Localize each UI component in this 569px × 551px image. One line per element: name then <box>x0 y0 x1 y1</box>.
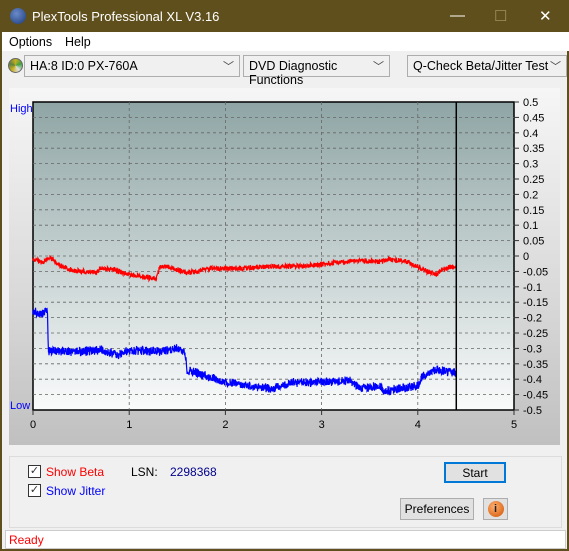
show-beta-checkbox[interactable]: ✓ <box>28 465 41 478</box>
function-select[interactable]: DVD Diagnostic Functions ﹀ <box>243 55 390 87</box>
y-tick-label: -0.05 <box>523 266 548 278</box>
y-tick-label: -0.2 <box>523 313 542 325</box>
x-tick-label: 3 <box>319 419 325 431</box>
info-icon: i <box>487 501 504 517</box>
y-tick-label: -0.25 <box>523 328 548 340</box>
beta-jitter-chart: 0.5 0.45 0.4 0.35 0.3 0.25 0.2 0.15 0.1 0.05 0 -0.0… <box>10 97 548 431</box>
y-tick-label: -0.35 <box>523 359 548 371</box>
show-beta-label[interactable]: Show Beta <box>46 465 104 479</box>
y-tick-label: 0.5 <box>523 97 538 109</box>
menu-help[interactable]: Help <box>65 35 91 49</box>
chevron-down-icon: ﹀ <box>550 61 561 73</box>
low-label: Low <box>10 400 30 412</box>
y-tick-label: 0.15 <box>523 205 544 217</box>
x-tick-label: 2 <box>222 419 228 431</box>
y-tick-label: 0.25 <box>523 174 544 186</box>
lsn-value: 2298368 <box>170 465 217 479</box>
status-bar: Ready <box>5 530 566 549</box>
function-select-value: DVD Diagnostic Functions <box>249 59 338 87</box>
y-tick-label: -0.1 <box>523 282 542 294</box>
preferences-button[interactable]: Preferences <box>400 498 474 520</box>
y-tick-label: 0.2 <box>523 189 538 201</box>
y-tick-label: -0.3 <box>523 343 542 355</box>
y-tick-label: 0.1 <box>523 220 538 232</box>
show-jitter-label[interactable]: Show Jitter <box>46 484 105 498</box>
minimize-button[interactable]: — <box>450 7 465 24</box>
y-tick-label: 0 <box>523 251 529 263</box>
chevron-down-icon: ﹀ <box>373 61 384 73</box>
x-tick-label: 0 <box>30 419 36 431</box>
start-button[interactable]: Start <box>444 462 506 483</box>
y-tick-label: -0.15 <box>523 297 548 309</box>
x-tick-label: 4 <box>415 419 421 431</box>
y-tick-label: -0.4 <box>523 374 542 386</box>
lsn-label: LSN: <box>131 465 158 479</box>
x-tick-label: 5 <box>511 419 517 431</box>
close-button[interactable]: ✕ <box>539 7 552 25</box>
y-tick-label: -0.45 <box>523 390 548 402</box>
show-jitter-checkbox[interactable]: ✓ <box>28 484 41 497</box>
high-label: High <box>10 103 33 115</box>
x-tick-label: 1 <box>126 419 132 431</box>
chart-panel: 0.5 0.45 0.4 0.35 0.3 0.25 0.2 0.15 0.1 0.05 0 -0.0… <box>9 88 560 445</box>
test-select-value: Q-Check Beta/Jitter Test <box>413 59 549 73</box>
y-tick-label: 0.3 <box>523 159 538 171</box>
title-bar: PlexTools Professional XL V3.16 — ☐ ✕ <box>2 1 569 32</box>
test-select[interactable]: Q-Check Beta/Jitter Test ﹀ <box>407 55 567 77</box>
info-button[interactable]: i <box>483 498 508 520</box>
y-tick-label: 0.35 <box>523 143 544 155</box>
app-logo-icon <box>10 8 26 24</box>
y-tick-label: 0.4 <box>523 128 538 140</box>
controls-panel: ✓ Show Beta ✓ Show Jitter LSN: 2298368 S… <box>9 456 562 528</box>
menu-options[interactable]: Options <box>9 35 52 49</box>
y-tick-label: 0.05 <box>523 236 544 248</box>
chevron-down-icon: ﹀ <box>223 61 234 73</box>
drive-select[interactable]: HA:8 ID:0 PX-760A ﹀ <box>24 55 240 77</box>
maximize-button[interactable]: ☐ <box>494 7 507 25</box>
drive-disc-icon <box>8 58 23 73</box>
y-tick-label: -0.5 <box>523 405 542 417</box>
window-title: PlexTools Professional XL V3.16 <box>32 9 220 24</box>
drive-select-value: HA:8 ID:0 PX-760A <box>30 59 138 73</box>
menu-bar: Options Help <box>2 32 569 51</box>
y-tick-label: 0.45 <box>523 112 544 124</box>
app-window: PlexTools Professional XL V3.16 — ☐ ✕ Op… <box>1 0 569 550</box>
